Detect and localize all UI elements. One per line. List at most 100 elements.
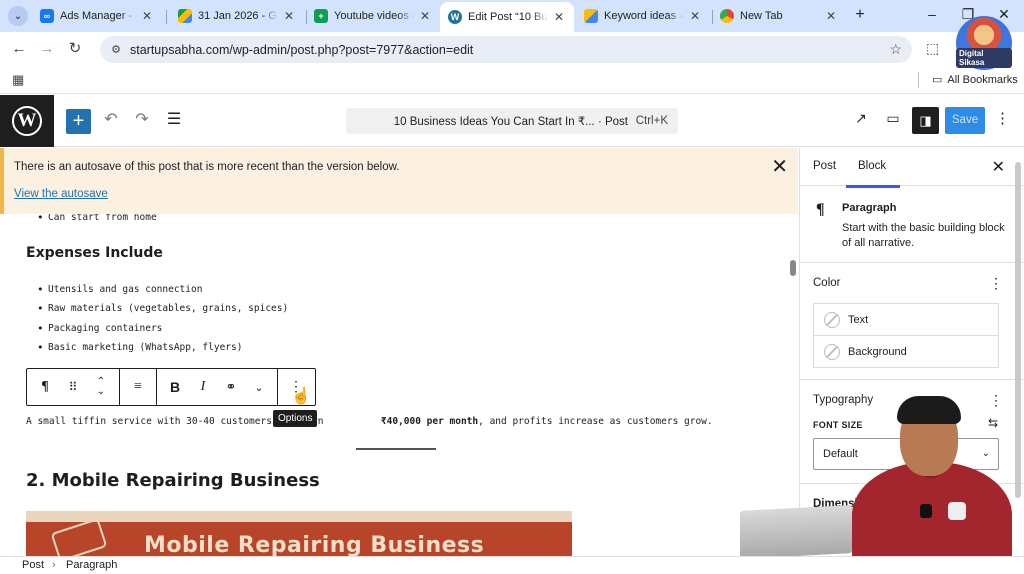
block-inserter-button[interactable]: + — [66, 109, 91, 134]
browser-tab[interactable]: Keyword ideas - M ✕ — [576, 4, 710, 28]
minimize-icon[interactable]: – — [922, 6, 942, 22]
drag-handle-icon[interactable]: ⠿ — [59, 369, 87, 405]
command-palette-bar[interactable]: 10 Business Ideas You Can Start In ₹... … — [346, 108, 678, 134]
text-color-button[interactable]: Text — [813, 303, 999, 336]
reload-icon[interactable]: ↻ — [66, 40, 84, 58]
empty-swatch-icon — [824, 343, 840, 360]
browser-tab[interactable]: New Tab ✕ — [712, 4, 846, 28]
tab-title: Ads Manager - Ma — [60, 10, 136, 22]
bold-icon[interactable]: B — [161, 369, 189, 405]
command-shortcut: Ctrl+K — [635, 115, 668, 127]
tab-title: New Tab — [740, 10, 783, 22]
empty-swatch-icon — [824, 311, 840, 328]
more-rich-text-chevron-icon[interactable]: ⌄ — [245, 369, 273, 405]
list-item[interactable]: Packaging containers — [37, 322, 162, 335]
wordpress-logo-button[interactable]: W — [0, 95, 54, 147]
bookmarks-bar: ▦ ▭ All Bookmarks — [0, 66, 1024, 94]
browser-tab[interactable]: ∞ Ads Manager - Ma ✕ — [32, 4, 162, 28]
sidebar-tabs: Post Block ✕ — [800, 148, 1024, 188]
heading-expenses[interactable]: Expenses Include — [26, 245, 163, 261]
save-button[interactable]: Save — [945, 107, 985, 134]
background-color-button[interactable]: Background — [813, 335, 999, 368]
close-tab-icon[interactable]: ✕ — [688, 9, 702, 23]
laptop-illustration — [740, 505, 852, 556]
folder-icon: ▭ — [932, 74, 943, 86]
tab-search-button[interactable]: ⌄ — [8, 6, 28, 26]
view-autosave-link[interactable]: View the autosave — [14, 188, 108, 200]
editor-canvas[interactable]: Can start from home Expenses Include Ute… — [0, 148, 798, 556]
phone-illustration — [50, 518, 108, 556]
separator-block[interactable] — [356, 448, 436, 450]
canvas-scrollbar[interactable] — [790, 260, 796, 276]
block-breadcrumb-bar: Post › Paragraph — [0, 556, 1024, 574]
close-notice-icon[interactable]: ✕ — [771, 157, 788, 177]
tab-post[interactable]: Post — [813, 160, 836, 172]
settings-sidebar-toggle[interactable]: ◨ — [912, 107, 939, 134]
breadcrumb-post[interactable]: Post — [22, 559, 44, 571]
paragraph-text-end: , and profits increase as customers grow… — [478, 416, 713, 427]
undo-icon[interactable]: ↶ — [100, 109, 122, 131]
wordpress-icon: W — [12, 106, 42, 136]
tab-block[interactable]: Block — [845, 160, 901, 188]
block-toolbar: ¶ ⠿ ⌃ ⌄ ≡ B I ⚭ ⌄ ⋮ — [26, 368, 316, 406]
preview-device-icon[interactable]: ▭ — [883, 110, 903, 127]
channel-logo-avatar: Digital Sikasa — [956, 16, 1012, 70]
forward-icon[interactable]: → — [38, 40, 56, 58]
editor-header: W + ↶ ↷ ☰ 10 Business Ideas You Can Star… — [0, 95, 1024, 147]
new-tab-button[interactable]: + — [850, 6, 870, 26]
block-description: Start with the basic building block of a… — [842, 222, 1005, 249]
list-item[interactable]: Basic marketing (WhatsApp, flyers) — [37, 341, 242, 354]
breadcrumb-separator: › — [52, 559, 56, 571]
tab-title: Edit Post “10 Busin — [468, 11, 548, 23]
list-item[interactable]: Raw materials (vegetables, grains, spice… — [37, 302, 288, 315]
apps-grid-icon[interactable]: ▦ — [12, 72, 24, 88]
paragraph-icon[interactable]: ¶ — [31, 369, 59, 405]
tab-title: 31 Jan 2026 - Goo — [198, 10, 278, 22]
color-panel-title[interactable]: Color — [813, 277, 840, 289]
all-bookmarks-label: All Bookmarks — [947, 73, 1018, 86]
wordpress-icon: W — [448, 10, 462, 24]
browser-tab[interactable]: + Youtube videos co ✕ — [306, 4, 440, 28]
color-panel: Color ⋮ Text Background — [800, 262, 1024, 382]
close-sidebar-icon[interactable]: ✕ — [992, 157, 1005, 177]
site-info-icon[interactable]: ⚙ — [108, 42, 124, 58]
bookmark-star-icon[interactable]: ☆ — [889, 41, 902, 58]
extensions-icon[interactable]: ⬚ — [926, 40, 939, 57]
list-item[interactable]: Utensils and gas connection — [37, 283, 202, 296]
sheets-icon: + — [314, 9, 328, 23]
close-tab-icon[interactable]: ✕ — [282, 9, 296, 23]
view-post-icon[interactable]: ↗ — [851, 110, 871, 127]
close-tab-icon[interactable]: ✕ — [418, 9, 432, 23]
more-options-icon[interactable]: ⋮ — [995, 109, 1010, 127]
featured-block-image[interactable]: Mobile Repairing Business — [26, 511, 572, 556]
url-text[interactable]: startupsabha.com/wp-admin/post.php?post=… — [130, 43, 473, 57]
align-text-icon[interactable]: ≡ — [124, 369, 152, 405]
browser-tab[interactable]: 31 Jan 2026 - Goo ✕ — [170, 4, 304, 28]
close-tab-icon[interactable]: ✕ — [140, 9, 154, 23]
back-icon[interactable]: ← — [10, 40, 28, 58]
color-options-icon[interactable]: ⋮ — [989, 275, 1003, 292]
address-bar[interactable]: ⚙ startupsabha.com/wp-admin/post.php?pos… — [100, 36, 912, 63]
move-up-down-icon[interactable]: ⌃ ⌄ — [87, 369, 115, 405]
options-tooltip: Options — [273, 410, 318, 427]
selected-paragraph[interactable]: A small tiffin service with 30-40 custom… — [26, 416, 713, 427]
shirt-badge-icon — [948, 502, 966, 520]
channel-badge-text: Digital Sikasa — [956, 48, 1012, 68]
document-overview-icon[interactable]: ☰ — [163, 109, 185, 131]
meta-icon: ∞ — [40, 9, 54, 23]
presenter-webcam-overlay — [740, 396, 1024, 556]
bookmarks-divider — [918, 72, 919, 88]
heading-mobile-repairing[interactable]: 2. Mobile Repairing Business — [26, 470, 320, 491]
block-name: Paragraph — [842, 202, 897, 214]
paragraph-block-icon: ¶ — [816, 201, 825, 218]
close-tab-icon[interactable]: ✕ — [552, 10, 566, 24]
italic-icon[interactable]: I — [189, 369, 217, 405]
link-icon[interactable]: ⚭ — [217, 369, 245, 405]
browser-tab-active[interactable]: W Edit Post “10 Busin ✕ — [440, 2, 574, 32]
breadcrumb-paragraph[interactable]: Paragraph — [66, 559, 117, 571]
image-title-text: Mobile Repairing Business — [144, 533, 485, 556]
all-bookmarks-button[interactable]: ▭ All Bookmarks — [932, 73, 1018, 87]
close-tab-icon[interactable]: ✕ — [824, 9, 838, 23]
redo-icon[interactable]: ↷ — [131, 109, 153, 131]
mouse-cursor-icon: ☝ — [291, 388, 311, 405]
